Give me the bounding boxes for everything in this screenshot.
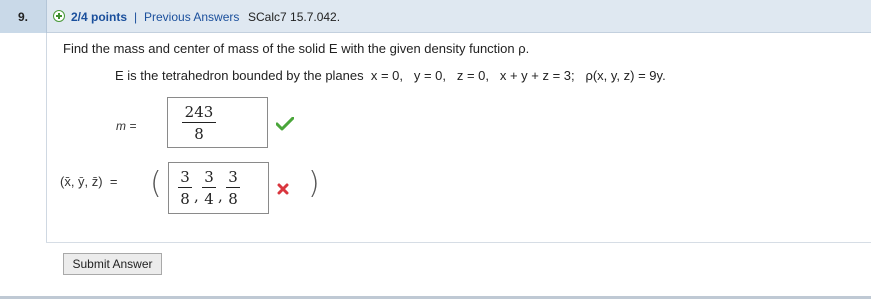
center-of-mass-answer-field[interactable]: 3 8 , 3 4 , 3 8 — [168, 162, 269, 214]
fraction-z: 3 8 — [226, 168, 240, 208]
fraction-x-numerator: 3 — [180, 168, 190, 186]
header-separator: | — [134, 10, 138, 24]
fraction-bar — [182, 122, 216, 123]
mass-answer-field[interactable]: 243 8 — [167, 97, 268, 148]
problem-prompt: Find the mass and center of mass of the … — [63, 41, 530, 56]
fraction-bar — [202, 187, 216, 188]
previous-answers-link[interactable]: Previous Answers — [144, 10, 239, 24]
fraction-z-denominator: 8 — [228, 190, 238, 208]
mass-label: m = — [116, 119, 137, 133]
comma: , — [218, 187, 223, 205]
fraction-y-denominator: 4 — [204, 190, 214, 208]
mass-denominator: 8 — [194, 125, 204, 143]
mass-numerator: 243 — [184, 103, 214, 121]
fraction-bar — [178, 187, 192, 188]
question-header — [0, 0, 871, 33]
open-paren: ( — [150, 166, 162, 201]
points-score: 2/4 points — [71, 10, 128, 24]
close-paren: ) — [308, 166, 320, 201]
check-icon — [276, 117, 294, 131]
center-of-mass-label: (x̄, ȳ, z̄) = — [60, 174, 118, 189]
plus-icon[interactable] — [53, 10, 65, 22]
fraction-bar — [226, 187, 240, 188]
divider — [177, 242, 871, 243]
fraction-x-denominator: 8 — [180, 190, 190, 208]
divider — [46, 242, 177, 243]
question-number: 9. — [0, 0, 47, 33]
fraction-y-numerator: 3 — [204, 168, 214, 186]
fraction-z-numerator: 3 — [228, 168, 238, 186]
fraction-x: 3 8 — [178, 168, 192, 208]
question-code: SCalc7 15.7.042. — [248, 10, 341, 24]
fraction-y: 3 4 — [202, 168, 216, 208]
comma: , — [194, 187, 199, 205]
problem-given: E is the tetrahedron bounded by the plan… — [115, 68, 666, 83]
x-icon — [277, 183, 289, 195]
submit-answer-button[interactable]: Submit Answer — [63, 253, 162, 275]
